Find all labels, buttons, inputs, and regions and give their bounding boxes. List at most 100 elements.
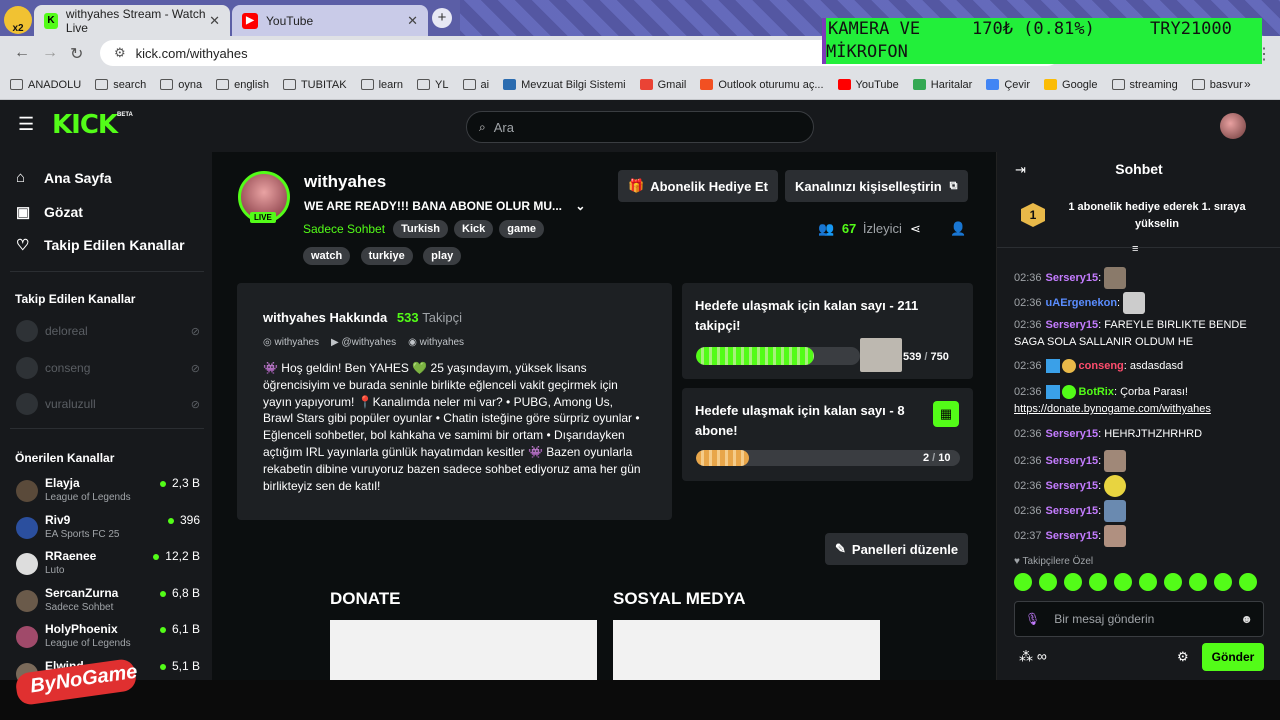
tag[interactable]: Kick bbox=[454, 220, 494, 238]
site-header: ☰ KICK BETA ⌕ Ara bbox=[0, 100, 1280, 152]
emote-button[interactable] bbox=[1114, 573, 1132, 591]
avatar bbox=[16, 480, 38, 502]
follow-user-icon[interactable]: 👤 bbox=[950, 221, 966, 237]
nav-following[interactable]: ♡ Takip Edilen Kanallar bbox=[16, 236, 185, 254]
tab-title: YouTube bbox=[266, 13, 314, 28]
chat-message: 02:36 Sersery15: bbox=[1014, 500, 1274, 522]
emote-button[interactable] bbox=[1039, 573, 1057, 591]
emote-button[interactable] bbox=[1139, 573, 1157, 591]
close-tab-icon[interactable]: ✕ bbox=[209, 13, 220, 29]
points-icon[interactable]: ⁂ ∞ bbox=[1019, 648, 1047, 665]
offline-icon: ⊘ bbox=[190, 398, 200, 411]
category-link[interactable]: Sadece Sohbet bbox=[303, 222, 385, 236]
chat-message: 02:36 Sersery15: bbox=[1014, 267, 1274, 289]
nav-browse[interactable]: ▣ Gözat bbox=[16, 203, 83, 221]
tag[interactable]: turkiye bbox=[360, 247, 413, 265]
emote-button[interactable] bbox=[1189, 573, 1207, 591]
recommended-channel[interactable]: Riv9 EA Sports FC 25 396 bbox=[16, 513, 200, 545]
stream-title[interactable]: WE ARE READY!!! BANA ABONE OLUR MU... ⌄ bbox=[304, 199, 585, 213]
bookmark-item[interactable]: learn bbox=[360, 79, 403, 91]
customize-channel-button[interactable]: Kanalınızı kişiselleştirin ⧉ bbox=[785, 170, 968, 202]
reload-icon[interactable]: ↻ bbox=[70, 44, 83, 64]
nav-home[interactable]: ⌂ Ana Sayfa bbox=[16, 169, 112, 186]
bookmark-item[interactable]: Çevir bbox=[986, 79, 1030, 91]
edit-panels-button[interactable]: ✎ Panelleri düzenle bbox=[825, 533, 969, 565]
hamburger-menu-icon[interactable]: ☰ bbox=[18, 114, 34, 135]
bookmark-item[interactable]: Outlook oturumu aç... bbox=[700, 79, 824, 91]
search-icon: ⌕ bbox=[479, 119, 486, 134]
overlay-price: 170₺ (0.81%) bbox=[972, 19, 1095, 39]
bookmark-item[interactable]: streaming bbox=[1111, 79, 1178, 91]
bookmark-item[interactable]: basvur bbox=[1191, 79, 1243, 91]
close-tab-icon[interactable]: ✕ bbox=[407, 13, 418, 29]
new-tab-button[interactable]: + bbox=[432, 8, 452, 28]
badge-icon bbox=[1045, 359, 1060, 374]
kick-logo[interactable]: KICK bbox=[52, 110, 118, 140]
social-links: ◎ withyahes ▶ @withyahes ◉ withyahes bbox=[263, 337, 464, 348]
recommended-channel[interactable]: RRaenee Luto 12,2 B bbox=[16, 549, 200, 581]
chat-message-input[interactable]: 🎙 Bir mesaj gönderin ☻ bbox=[1014, 601, 1264, 637]
chevron-down-icon[interactable]: ⌄ bbox=[575, 199, 585, 213]
bookmark-item[interactable]: Haritalar bbox=[912, 79, 972, 91]
folder-icon bbox=[360, 79, 374, 90]
bookmark-item[interactable]: YL bbox=[417, 79, 449, 91]
followed-channel[interactable]: vuraluzull ⊘ bbox=[16, 393, 200, 415]
send-button[interactable]: Gönder bbox=[1202, 643, 1264, 671]
youtube-link[interactable]: ▶ @withyahes bbox=[331, 337, 396, 348]
tab-withyahes[interactable]: K withyahes Stream - Watch Live ✕ bbox=[34, 5, 230, 36]
donate-panel-image[interactable] bbox=[330, 620, 597, 680]
gift-sub-button[interactable]: 🎁 Abonelik Hediye Et bbox=[618, 170, 778, 202]
bookmark-item[interactable]: ai bbox=[462, 79, 489, 91]
bookmark-item[interactable]: YouTube bbox=[837, 79, 899, 91]
bookmark-item[interactable]: Google bbox=[1044, 79, 1098, 91]
bookmark-item[interactable]: Mevzuat Bilgi Sistemi bbox=[503, 79, 626, 91]
emoji-icon[interactable]: ☻ bbox=[1240, 612, 1253, 626]
tag[interactable]: game bbox=[499, 220, 544, 238]
more-bookmarks-icon[interactable]: » bbox=[1244, 77, 1251, 91]
tag[interactable]: watch bbox=[303, 247, 351, 265]
recommended-channel[interactable]: Elayja League of Legends 2,3 B bbox=[16, 476, 200, 508]
emote-button[interactable] bbox=[1014, 573, 1032, 591]
site-info-icon[interactable]: ⚙ bbox=[114, 45, 126, 61]
instagram-link[interactable]: ◎ withyahes bbox=[263, 337, 319, 348]
discord-link[interactable]: ◉ withyahes bbox=[408, 337, 464, 348]
search-input[interactable]: ⌕ Ara bbox=[466, 111, 814, 143]
emote-button[interactable] bbox=[1064, 573, 1082, 591]
gift-icon[interactable]: ▦ bbox=[933, 401, 959, 427]
bookmark-item[interactable]: english bbox=[216, 79, 269, 91]
bookmark-item[interactable]: oyna bbox=[160, 79, 202, 91]
bookmark-item[interactable]: Gmail bbox=[639, 79, 686, 91]
tag[interactable]: play bbox=[423, 247, 462, 265]
microphone-icon[interactable]: 🎙 bbox=[1025, 612, 1040, 626]
share-icon[interactable]: ⋖ bbox=[910, 221, 921, 237]
followed-channel[interactable]: deloreal ⊘ bbox=[16, 320, 200, 342]
folder-icon bbox=[1111, 79, 1125, 90]
chat-message: 02:36 Sersery15: bbox=[1014, 450, 1274, 472]
pencil-icon: ✎ bbox=[835, 541, 846, 556]
emote-button[interactable] bbox=[1164, 573, 1182, 591]
forward-icon[interactable]: → bbox=[42, 44, 58, 62]
channel-main: LIVE withyahes WE ARE READY!!! BANA ABON… bbox=[212, 152, 996, 680]
tab-title: withyahes Stream - Watch Live bbox=[65, 6, 206, 35]
bookmark-item[interactable]: ANADOLU bbox=[10, 79, 81, 91]
google-icon bbox=[1044, 79, 1058, 90]
tag[interactable]: Turkish bbox=[393, 220, 448, 238]
chat-settings-gear-icon[interactable]: ⚙ bbox=[1177, 649, 1189, 665]
offline-icon: ⊘ bbox=[190, 325, 200, 338]
sub-badge-icon bbox=[1061, 359, 1076, 374]
user-avatar[interactable] bbox=[1220, 113, 1246, 139]
recommended-channel[interactable]: SercanZurna Sadece Sohbet 6,8 B bbox=[16, 586, 200, 618]
back-icon[interactable]: ← bbox=[14, 44, 30, 62]
bookmark-item[interactable]: search bbox=[95, 79, 146, 91]
emote-button[interactable] bbox=[1214, 573, 1232, 591]
bookmark-item[interactable]: TUBITAK bbox=[282, 79, 347, 91]
chat-filter-icon[interactable]: ≡ bbox=[1132, 243, 1138, 255]
donate-link[interactable]: https://donate.bynogame.com/withyahes bbox=[1014, 403, 1211, 415]
avatar bbox=[16, 357, 38, 379]
social-panel-image[interactable] bbox=[613, 620, 880, 680]
emote-button[interactable] bbox=[1239, 573, 1257, 591]
search-placeholder: Ara bbox=[493, 119, 514, 135]
emote-button[interactable] bbox=[1089, 573, 1107, 591]
followed-channel[interactable]: conseng ⊘ bbox=[16, 357, 200, 379]
tab-youtube[interactable]: ▶ YouTube ✕ bbox=[232, 5, 428, 36]
